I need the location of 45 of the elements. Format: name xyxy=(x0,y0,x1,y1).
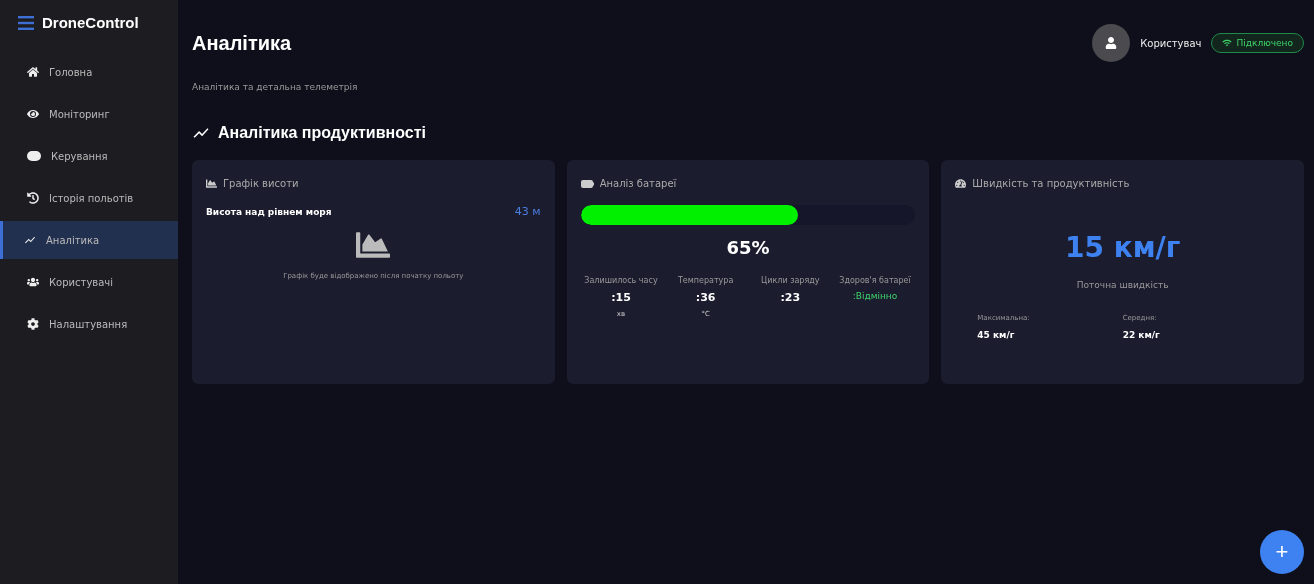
card-title: Аналіз батареї xyxy=(599,178,677,189)
users-icon xyxy=(27,276,39,288)
menu-icon[interactable] xyxy=(18,15,34,30)
sidebar-item[interactable]: Керування xyxy=(0,137,178,175)
sidebar-item[interactable]: Користувачі xyxy=(0,263,178,301)
stat-value: :36 xyxy=(695,291,716,304)
eye-icon xyxy=(27,108,39,120)
sidebar-item[interactable]: Моніторинг xyxy=(0,95,178,133)
section-title: Аналітика продуктивності xyxy=(218,124,426,142)
avatar[interactable] xyxy=(1092,24,1131,62)
stat-label: Цикли заряду xyxy=(761,276,820,285)
status-badge: Підключено xyxy=(1211,33,1304,53)
battery-percent: 65% xyxy=(725,237,771,258)
altitude-label: Висота над рівнем моря xyxy=(206,206,332,217)
stat-value: 22 км/г xyxy=(1122,330,1161,340)
home-icon xyxy=(27,66,39,78)
stat-label: Здоров'я батареї xyxy=(839,276,911,285)
user-name: Користувач xyxy=(1140,37,1202,49)
sidebar-item[interactable]: Налаштування xyxy=(0,305,178,343)
sidebar-item[interactable]: Головна xyxy=(0,53,178,91)
page-subtitle: Аналітика та детальна телеметрія xyxy=(192,82,359,92)
stat-value: :15 xyxy=(611,291,631,304)
user-icon xyxy=(1105,37,1118,49)
stat-label: Залишилось часу xyxy=(584,276,658,285)
stat-value: :Відмінно xyxy=(852,291,898,301)
sidebar-item[interactable]: Аналітика xyxy=(0,221,178,259)
current-speed: 15 км/г xyxy=(1063,231,1182,264)
stat-label: Температура xyxy=(677,276,734,285)
altitude-value: 43 м xyxy=(514,205,541,218)
app-name: DroneControl xyxy=(42,14,139,31)
page-title: Аналітика xyxy=(192,31,292,55)
card-title: Графік висоти xyxy=(223,178,299,189)
wifi-icon xyxy=(1222,38,1233,48)
sidebar-item[interactable]: Історія польотів xyxy=(0,179,178,217)
speed-caption: Поточна швидкість xyxy=(1075,280,1170,290)
area-chart-icon xyxy=(206,178,217,189)
stat-value: :23 xyxy=(780,291,801,304)
settings-icon xyxy=(27,318,39,330)
card-title: Швидкість та продуктивність xyxy=(972,178,1130,189)
battery-icon xyxy=(580,179,594,188)
line-chart-icon xyxy=(24,234,36,246)
history-icon xyxy=(27,192,39,204)
add-button[interactable]: + xyxy=(1260,530,1304,574)
stat-value: 45 км/г xyxy=(977,330,1016,340)
speedometer-icon xyxy=(955,178,967,189)
